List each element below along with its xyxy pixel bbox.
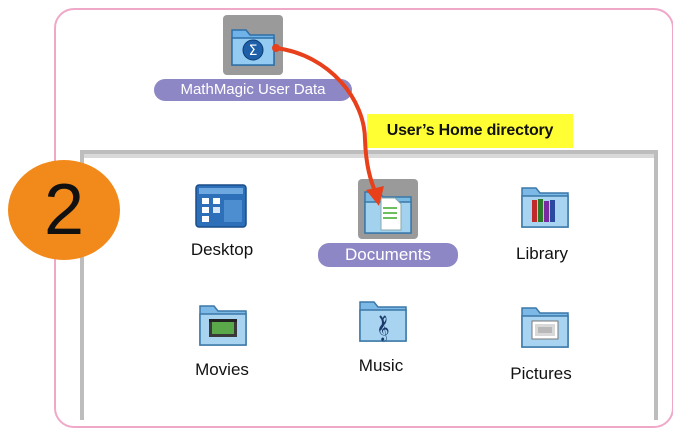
drag-arrow [272, 44, 384, 206]
